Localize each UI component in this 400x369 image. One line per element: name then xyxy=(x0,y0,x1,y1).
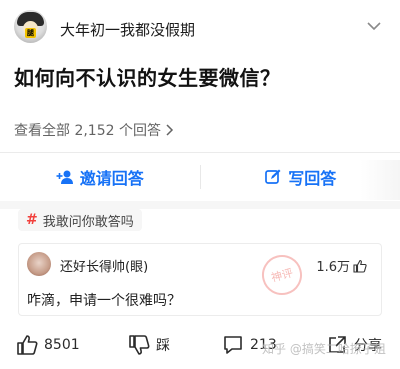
comment-icon xyxy=(224,336,242,354)
view-all-answers-link[interactable]: 查看全部 2,152 个回答 xyxy=(14,120,174,140)
answer-likes[interactable]: 1.6万 xyxy=(316,256,367,275)
question-title[interactable]: 如何向不认识的女生要微信？ xyxy=(14,62,281,91)
upvote-button[interactable]: 8501 xyxy=(16,334,80,356)
view-all-label: 查看全部 2,152 个回答 xyxy=(14,123,161,139)
hash-icon: # xyxy=(26,212,38,228)
invite-answer-label: 邀请回答 xyxy=(79,169,144,188)
downvote-label: 踩 xyxy=(156,338,170,354)
topic-tag-label: 我敢问你敢答吗 xyxy=(42,214,134,230)
top-answer-card[interactable]: 还好长得帅(眼) 1.6万 咋滴，申请一个很难吗？ xyxy=(18,243,382,316)
edit-icon xyxy=(265,169,281,184)
upvote-count: 8501 xyxy=(44,337,80,353)
add-user-icon xyxy=(56,170,73,184)
topic-tag[interactable]: # 我敢问你敢答吗 xyxy=(18,209,142,231)
question-header: 腿 大年初一我都没假期 xyxy=(0,0,400,54)
answer-author-avatar[interactable] xyxy=(27,252,51,276)
avatar-badge: 腿 xyxy=(25,28,36,38)
answer-author-name[interactable]: 还好长得帅(眼) xyxy=(60,256,148,275)
chevron-right-icon xyxy=(166,124,174,136)
answer-text[interactable]: 咋滴，申请一个很难吗？ xyxy=(27,290,181,310)
author-avatar[interactable]: 腿 xyxy=(14,10,47,43)
thumbs-down-icon xyxy=(129,335,150,355)
edge-fade xyxy=(360,160,400,200)
question-author-name[interactable]: 大年初一我都没假期 xyxy=(60,19,195,40)
thumbs-up-icon xyxy=(17,335,38,355)
question-actions: 邀请回答 写回答 xyxy=(0,153,400,201)
section-gap xyxy=(0,201,400,209)
downvote-button[interactable]: 踩 xyxy=(128,334,170,356)
answer-likes-count: 1.6万 xyxy=(316,260,350,275)
chevron-down-icon[interactable] xyxy=(365,19,383,33)
source-watermark: 知乎 @搞笑二哈撩子姐 xyxy=(262,342,386,356)
thumbs-up-icon xyxy=(353,259,367,273)
write-answer-label: 写回答 xyxy=(288,169,337,188)
invite-answer-button[interactable]: 邀请回答 xyxy=(0,153,200,201)
